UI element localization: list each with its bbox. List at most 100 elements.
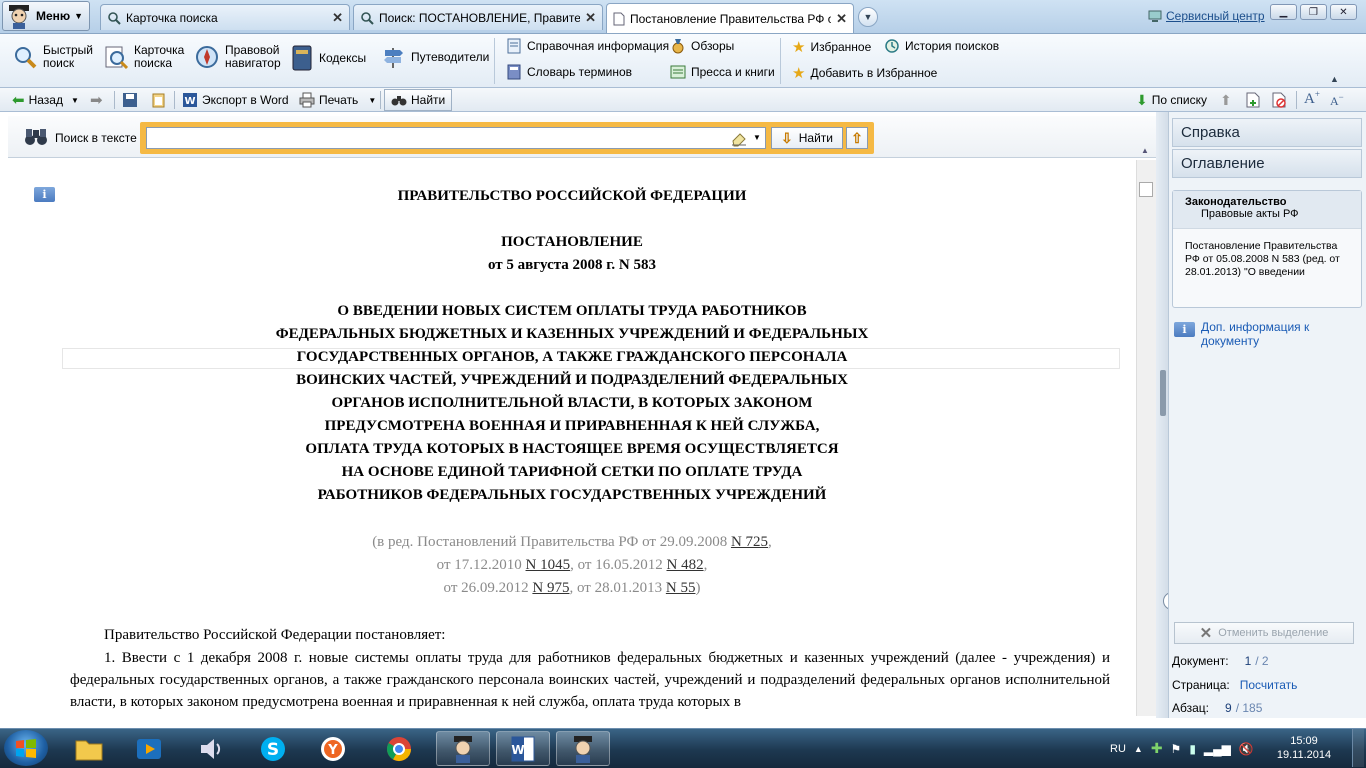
edition-link[interactable]: N 482 <box>666 557 703 573</box>
save-button[interactable] <box>122 91 138 109</box>
volume-muted-icon[interactable]: 🔇 <box>1239 742 1254 756</box>
edition-link[interactable]: N 975 <box>532 580 569 596</box>
font-increase-icon: A+ <box>1304 88 1320 107</box>
start-button[interactable] <box>4 730 48 766</box>
tab-label: Карточка поиска <box>126 10 218 25</box>
find-button[interactable]: ⇩ Найти <box>771 127 843 149</box>
tab-search-results[interactable]: Поиск: ПОСТАНОВЛЕНИЕ, Правител... ✕ <box>353 4 603 30</box>
tab-help[interactable]: Справка <box>1172 118 1362 147</box>
collapse-ribbon-icon[interactable]: ▲ <box>1330 74 1339 84</box>
legal-navigator-button[interactable]: Правовой навигатор <box>194 44 281 70</box>
remove-bookmark-button[interactable] <box>1272 91 1286 109</box>
quick-search-button[interactable]: Быстрый поиск <box>12 44 93 70</box>
edition-link[interactable]: N 55 <box>666 580 696 596</box>
search-input[interactable] <box>146 127 766 149</box>
add-bookmark-button[interactable] <box>1246 91 1260 109</box>
skype-icon: S <box>259 735 287 763</box>
press-books-button[interactable]: Пресса и книги <box>670 64 775 80</box>
forward-button[interactable]: ➡ <box>90 91 103 109</box>
by-list-button[interactable]: ⬇ По списку <box>1136 91 1207 109</box>
glossary-button[interactable]: Словарь терминов <box>506 64 632 80</box>
tab-list-dropdown[interactable]: ▼ <box>858 7 878 27</box>
find-previous-button[interactable]: ⇧ <box>846 127 868 149</box>
ribbon-divider <box>780 38 781 84</box>
splitter-grip[interactable] <box>1160 370 1166 416</box>
clock[interactable]: 15:09 19.11.2014 <box>1272 734 1336 762</box>
reference-icon <box>506 38 522 54</box>
menu-button[interactable]: Меню ▼ <box>2 1 90 31</box>
unselect-button[interactable]: ✕ Отменить выделение <box>1174 622 1354 644</box>
close-icon[interactable]: ✕ <box>332 10 343 26</box>
search-history-button[interactable]: История поисков <box>884 38 999 54</box>
edition-text: , от 28.01.2013 <box>569 580 666 596</box>
taskbar-chrome[interactable] <box>372 731 426 766</box>
font-increase-button[interactable]: A+ <box>1304 89 1320 107</box>
close-icon[interactable]: ✕ <box>836 11 847 27</box>
codes-button[interactable]: Кодексы <box>290 44 366 72</box>
edition-text: , от 16.05.2012 <box>570 557 667 573</box>
arrow-right-icon: ➡ <box>90 92 103 109</box>
chevron-down-icon[interactable]: ▼ <box>753 133 761 142</box>
network-add-icon[interactable]: ✚ <box>1151 740 1163 757</box>
doc-title-line: ПРЕДУСМОТРЕНА ВОЕННАЯ И ПРИРАВНЕННАЯ К Н… <box>324 418 820 434</box>
document-reference[interactable]: Постановление Правительства РФ от 05.08.… <box>1173 229 1361 291</box>
guides-button[interactable]: Путеводители <box>380 44 489 70</box>
edition-line: от 17.12.2010 N 1045, от 16.05.2012 N 48… <box>8 557 1136 574</box>
battery-icon[interactable]: ▮ <box>1189 742 1196 756</box>
doc-title-line: О ВВЕДЕНИИ НОВЫХ СИСТЕМ ОПЛАТЫ ТРУДА РАБ… <box>337 303 807 319</box>
taskbar-word[interactable]: W <box>496 731 550 766</box>
extra-info-link[interactable]: i Доп. информация к документу <box>1174 320 1360 348</box>
up-level-button[interactable]: ⬆ <box>1220 91 1232 109</box>
codes-label: Кодексы <box>319 50 367 65</box>
scrollbar-thumb[interactable] <box>1139 182 1153 197</box>
language-indicator[interactable]: RU <box>1110 743 1126 755</box>
info-icon[interactable]: i <box>34 187 55 202</box>
vertical-scrollbar[interactable] <box>1136 160 1156 716</box>
eraser-icon[interactable] <box>730 129 748 147</box>
print-button[interactable]: Печать ▼ <box>299 91 376 109</box>
favorites-button[interactable]: ★ Избранное <box>792 38 871 56</box>
maximize-button[interactable]: ❐ <box>1300 4 1327 20</box>
document-view[interactable]: ПРАВИТЕЛЬСТВО РОССИЙСКОЙ ФЕДЕРАЦИИ ПОСТА… <box>8 160 1136 716</box>
find-toggle-button[interactable]: Найти <box>384 89 453 111</box>
taskbar-explorer[interactable] <box>62 731 116 766</box>
signpost-icon <box>380 44 406 70</box>
taskbar-skype[interactable]: S <box>246 731 300 766</box>
copy-button[interactable] <box>150 91 166 109</box>
document-icon <box>613 12 625 26</box>
reference-info-button[interactable]: Справочная информация <box>506 38 669 54</box>
edition-link[interactable]: N 725 <box>731 534 768 550</box>
book-icon <box>290 44 314 72</box>
count-pages-link[interactable]: Посчитать <box>1240 678 1298 692</box>
tab-document[interactable]: Постановление Правительства РФ о... ✕ <box>606 3 854 33</box>
taskbar-yandex[interactable]: Y <box>306 731 360 766</box>
history-icon <box>884 38 900 54</box>
service-center-link[interactable]: Сервисный центр <box>1148 9 1265 23</box>
flag-icon[interactable]: ⚑ <box>1171 742 1182 756</box>
taskbar-consultant-2[interactable] <box>556 731 610 766</box>
signal-icon[interactable]: ▂▄▆ <box>1204 742 1231 756</box>
edition-link[interactable]: N 1045 <box>526 557 571 573</box>
close-icon[interactable]: ✕ <box>585 10 596 26</box>
tab-contents[interactable]: Оглавление <box>1172 149 1362 178</box>
taskbar-media-player[interactable] <box>122 731 176 766</box>
consultant-app-icon <box>569 734 597 764</box>
restore-icon: ❐ <box>1309 6 1318 18</box>
minimize-button[interactable]: ▁ <box>1270 4 1297 20</box>
taskbar-consultant[interactable] <box>436 731 490 766</box>
search-card-icon <box>103 44 129 70</box>
export-word-button[interactable]: W Экспорт в Word <box>182 91 289 109</box>
doc-title-line: НА ОСНОВЕ ЕДИНОЙ ТАРИФНОЙ СЕТКИ ПО ОПЛАТ… <box>341 464 803 480</box>
back-button[interactable]: ⬅ Назад ▼ <box>12 91 79 109</box>
reviews-button[interactable]: Обзоры <box>670 38 734 54</box>
close-window-button[interactable]: ✕ <box>1330 4 1357 20</box>
medal-icon <box>670 38 686 54</box>
search-card-button[interactable]: Карточка поиска <box>103 44 184 70</box>
taskbar-volume[interactable] <box>184 731 238 766</box>
font-decrease-button[interactable]: A− <box>1330 91 1344 109</box>
collapse-search-icon[interactable]: ▲ <box>1141 146 1149 155</box>
tab-search-card[interactable]: Карточка поиска ✕ <box>100 4 350 30</box>
add-favorites-button[interactable]: ★ Добавить в Избранное <box>792 64 937 82</box>
tray-expand-icon[interactable]: ▲ <box>1134 744 1143 754</box>
show-desktop-button[interactable] <box>1352 729 1364 767</box>
